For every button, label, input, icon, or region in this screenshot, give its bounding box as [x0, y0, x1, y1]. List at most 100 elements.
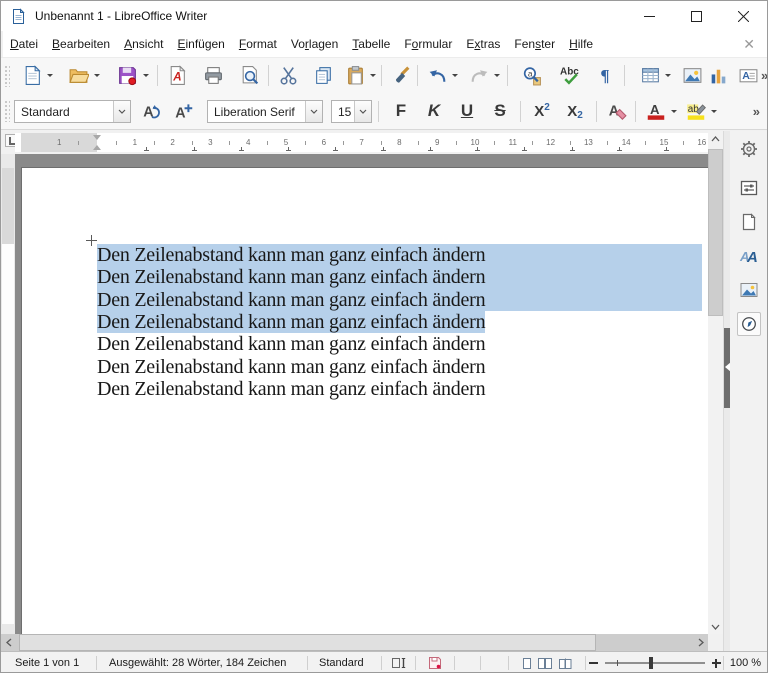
zoom-slider-thumb[interactable] [648, 657, 653, 669]
vertical-scroll-thumb[interactable] [708, 149, 723, 316]
chevron-down-icon[interactable] [305, 100, 322, 122]
close-button[interactable] [720, 1, 767, 31]
save-status-indicator[interactable] [416, 652, 454, 672]
new-document-dropdown[interactable] [45, 62, 55, 90]
minimize-button[interactable] [626, 1, 673, 31]
bold-button[interactable]: F [385, 98, 417, 124]
sidebar-settings-button[interactable] [737, 137, 761, 161]
font-color-button[interactable]: A [643, 97, 669, 125]
scroll-up-icon[interactable] [708, 131, 723, 146]
open-button[interactable] [65, 62, 91, 90]
book-view-icon[interactable] [558, 658, 572, 669]
menu-hilfe[interactable]: Hilfe [562, 32, 600, 57]
paste-dropdown[interactable] [368, 62, 378, 90]
export-pdf-button[interactable]: A [164, 62, 190, 90]
document-line[interactable]: Den Zeilenabstand kann man ganz einfach … [97, 244, 702, 267]
underline-button[interactable]: U [451, 98, 483, 124]
page-count[interactable]: Seite 1 von 1 [1, 652, 96, 672]
toolbar-grip[interactable] [4, 100, 10, 122]
insert-table-button[interactable] [637, 62, 663, 90]
strikethrough-button[interactable]: S [484, 98, 516, 124]
document-line[interactable]: Den Zeilenabstand kann man ganz einfach … [97, 266, 702, 289]
italic-button[interactable]: K [418, 98, 450, 124]
save-button[interactable] [114, 62, 140, 90]
sidebar-styles-button[interactable]: AA [737, 244, 761, 268]
sidebar-gallery-button[interactable] [737, 278, 761, 302]
open-dropdown[interactable] [92, 62, 102, 90]
chevron-down-icon[interactable] [113, 100, 130, 122]
menu-formular[interactable]: Formular [397, 32, 459, 57]
document-line[interactable]: Den Zeilenabstand kann man ganz einfach … [97, 356, 702, 378]
clear-formatting-button[interactable]: A [604, 97, 630, 125]
horizontal-ruler[interactable]: 1 2 3 4 5 6 7 8 9 10 11 12 13 14 15 16 1 [15, 133, 708, 152]
menu-format[interactable]: Format [232, 32, 284, 57]
insert-mode-indicator[interactable] [382, 652, 415, 672]
insert-textbox-button[interactable]: A [735, 62, 761, 90]
menu-datei[interactable]: Datei [3, 32, 45, 57]
spelling-button[interactable]: Abc [556, 62, 584, 90]
document-page[interactable]: Den Zeilenabstand kann man ganz einfach … [21, 167, 708, 634]
print-preview-button[interactable] [236, 62, 262, 90]
page-style[interactable]: Standard [308, 652, 381, 672]
clone-formatting-button[interactable] [388, 62, 414, 90]
vertical-ruler[interactable] [1, 154, 15, 634]
sidebar-page-button[interactable] [737, 210, 761, 234]
horizontal-scrollbar[interactable] [1, 634, 708, 651]
menu-einfgen[interactable]: Einfügen [170, 32, 231, 57]
redo-button[interactable] [466, 62, 492, 90]
superscript-button[interactable]: X2 [526, 98, 558, 124]
chevron-down-icon[interactable] [354, 100, 371, 122]
menu-ansicht[interactable]: Ansicht [117, 32, 170, 57]
highlight-color-dropdown[interactable] [709, 97, 719, 125]
maximize-button[interactable] [673, 1, 720, 31]
new-style-button[interactable]: A [171, 97, 197, 125]
zoom-slider[interactable] [604, 657, 705, 669]
zoom-in-icon[interactable] [711, 658, 721, 668]
vertical-scrollbar[interactable] [708, 131, 723, 634]
find-replace-button[interactable]: a [518, 62, 544, 90]
scroll-right-icon[interactable] [693, 634, 708, 651]
word-count[interactable]: Ausgewählt: 28 Wörter, 184 Zeichen [97, 652, 307, 672]
subscript-button[interactable]: X2 [559, 98, 591, 124]
undo-dropdown[interactable] [450, 62, 460, 90]
save-dropdown[interactable] [141, 62, 151, 90]
multi-page-view-icon[interactable] [537, 657, 552, 669]
update-style-button[interactable]: A [139, 97, 165, 125]
scroll-left-icon[interactable] [1, 634, 16, 651]
toolbar-overflow-icon[interactable]: » [761, 68, 767, 83]
zoom-out-icon[interactable] [588, 662, 598, 664]
menu-vorlagen[interactable]: Vorlagen [284, 32, 345, 57]
sidebar-properties-button[interactable] [737, 176, 761, 200]
insert-chart-button[interactable] [705, 62, 731, 90]
single-page-view-icon[interactable] [522, 657, 531, 669]
font-name-combo[interactable]: Liberation Serif [207, 99, 323, 123]
font-color-dropdown[interactable] [669, 97, 679, 125]
toolbar-grip[interactable] [4, 64, 10, 87]
menu-bearbeiten[interactable]: Bearbeiten [45, 32, 117, 57]
redo-dropdown[interactable] [492, 62, 502, 90]
scroll-down-icon[interactable] [708, 619, 723, 634]
paragraph-style-combo[interactable]: Standard [14, 99, 131, 123]
zoom-percentage[interactable]: 100 % [724, 652, 767, 672]
document-line[interactable]: Den Zeilenabstand kann man ganz einfach … [97, 288, 702, 312]
cut-button[interactable] [275, 62, 301, 90]
menu-tabelle[interactable]: Tabelle [345, 32, 397, 57]
sidebar-navigator-button[interactable] [737, 312, 761, 336]
insert-table-dropdown[interactable] [663, 62, 673, 90]
toolbar-overflow-icon[interactable]: » [753, 104, 760, 119]
print-button[interactable] [200, 62, 226, 90]
paste-button[interactable] [342, 62, 368, 90]
undo-button[interactable] [424, 62, 450, 90]
menu-fenster[interactable]: Fenster [507, 32, 562, 57]
highlight-color-button[interactable]: ab [683, 97, 709, 125]
close-document-icon[interactable]: ✕ [743, 36, 755, 53]
document-line[interactable]: Den Zeilenabstand kann man ganz einfach … [97, 311, 702, 334]
document-line[interactable]: Den Zeilenabstand kann man ganz einfach … [97, 378, 702, 400]
horizontal-scroll-thumb[interactable] [19, 634, 596, 651]
copy-button[interactable] [310, 62, 336, 90]
new-document-button[interactable] [19, 62, 45, 90]
font-size-combo[interactable]: 15 [331, 99, 372, 123]
formatting-marks-button[interactable]: ¶ [592, 62, 618, 90]
document-line[interactable]: Den Zeilenabstand kann man ganz einfach … [97, 333, 702, 355]
menu-extras[interactable]: Extras [459, 32, 507, 57]
